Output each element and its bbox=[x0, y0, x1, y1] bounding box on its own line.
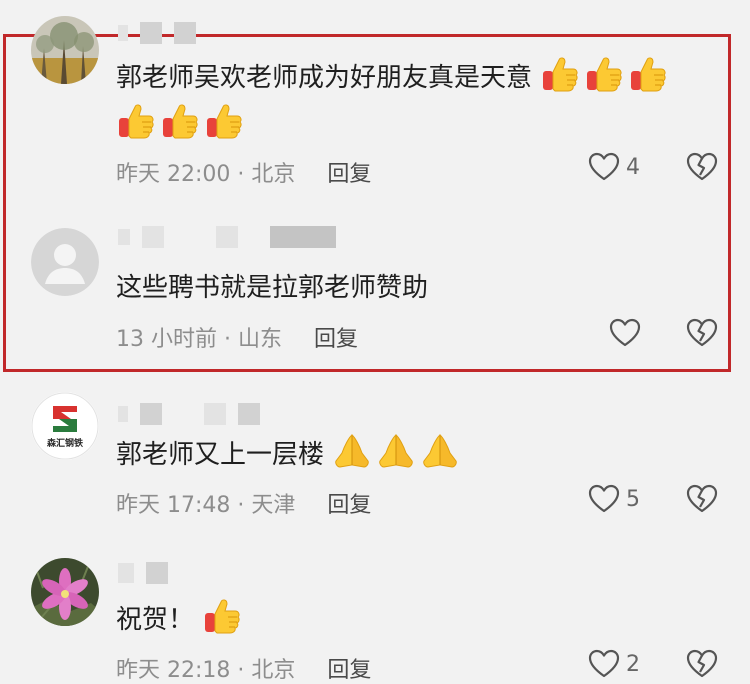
flower-avatar-icon bbox=[31, 558, 99, 626]
thumbs-up-icon bbox=[116, 110, 248, 140]
comment-time: 昨天 22:18 bbox=[116, 658, 231, 683]
avatar[interactable]: 森汇钢铁 bbox=[31, 392, 99, 460]
meta-separator: · bbox=[230, 493, 252, 518]
broken-heart-icon bbox=[686, 318, 718, 347]
comment-text: 郭老师吴欢老师成为好朋友真是天意 bbox=[116, 53, 672, 103]
default-avatar-icon bbox=[31, 228, 99, 296]
dislike-button[interactable] bbox=[686, 649, 718, 679]
comment-text-continued bbox=[116, 100, 248, 150]
heart-icon bbox=[588, 152, 620, 181]
logo-text: 森汇钢铁 bbox=[47, 437, 83, 449]
heart-icon bbox=[609, 318, 641, 347]
dislike-button[interactable] bbox=[686, 152, 718, 182]
username-masked bbox=[118, 562, 168, 584]
meta-separator: · bbox=[230, 658, 252, 683]
username-masked bbox=[118, 403, 260, 425]
like-button[interactable]: 2 bbox=[588, 649, 640, 679]
thumbs-up-icon bbox=[202, 605, 246, 635]
comment-text: 祝贺！ bbox=[116, 595, 246, 645]
company-logo-icon: 森汇钢铁 bbox=[31, 392, 99, 460]
broken-heart-icon bbox=[686, 152, 718, 181]
dislike-button[interactable] bbox=[686, 318, 718, 348]
broken-heart-icon bbox=[686, 484, 718, 513]
broken-heart-icon bbox=[686, 649, 718, 678]
comment-text: 这些聘书就是拉郭老师赞助 bbox=[116, 273, 429, 303]
comment-location: 北京 bbox=[251, 658, 296, 683]
comment-meta: 昨天 22:18 · 北京 回复 bbox=[116, 652, 371, 684]
comment-text: 郭老师又上一层楼 bbox=[116, 430, 464, 480]
heart-icon bbox=[588, 649, 620, 678]
reply-button[interactable]: 回复 bbox=[327, 658, 371, 683]
reply-button[interactable]: 回复 bbox=[314, 327, 358, 352]
like-count: 2 bbox=[626, 651, 640, 677]
avatar[interactable] bbox=[31, 228, 99, 296]
like-button[interactable]: 4 bbox=[588, 152, 640, 182]
comment-meta: 昨天 17:48 · 天津 回复 bbox=[116, 487, 371, 519]
username-masked bbox=[118, 226, 336, 248]
dislike-button[interactable] bbox=[686, 484, 718, 514]
meta-separator: · bbox=[230, 162, 252, 187]
reply-button[interactable]: 回复 bbox=[327, 493, 371, 518]
like-button[interactable]: 5 bbox=[588, 484, 640, 514]
avatar[interactable] bbox=[31, 16, 99, 84]
comment-location: 天津 bbox=[251, 493, 296, 518]
thumbs-up-icon bbox=[540, 63, 672, 93]
like-count: 5 bbox=[626, 486, 640, 512]
comment-meta: 昨天 22:00 · 北京 回复 bbox=[116, 156, 371, 188]
like-count: 4 bbox=[626, 154, 640, 180]
avatar[interactable] bbox=[31, 558, 99, 626]
comment-location: 北京 bbox=[251, 162, 296, 187]
comment-meta: 13 小时前 · 山东 回复 bbox=[116, 321, 358, 353]
reply-button[interactable]: 回复 bbox=[327, 162, 371, 187]
praying-hands-icon bbox=[332, 440, 464, 470]
like-button[interactable] bbox=[609, 318, 647, 348]
comment-location: 山东 bbox=[237, 327, 282, 352]
heart-icon bbox=[588, 484, 620, 513]
comment-time: 13 小时前 bbox=[116, 327, 217, 352]
username-masked bbox=[118, 22, 196, 44]
comment-time: 昨天 17:48 bbox=[116, 493, 231, 518]
comment-time: 昨天 22:00 bbox=[116, 162, 231, 187]
meta-separator: · bbox=[217, 327, 238, 352]
